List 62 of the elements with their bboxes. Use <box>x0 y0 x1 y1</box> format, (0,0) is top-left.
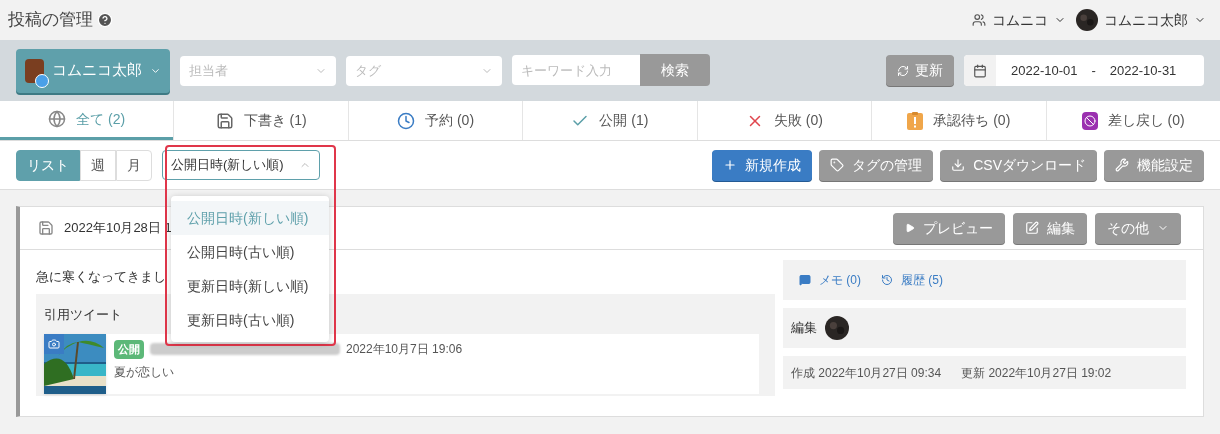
floppy-icon <box>38 220 54 236</box>
play-icon <box>905 223 915 233</box>
avatar-icon <box>1076 9 1098 31</box>
clock-icon <box>397 111 416 130</box>
clipboard-ban-icon <box>1081 111 1098 130</box>
history-link[interactable]: 履歴 (5) <box>881 271 943 289</box>
memo-link[interactable]: メモ (0) <box>799 271 861 289</box>
post-button[interactable]: その他 <box>1095 212 1181 244</box>
download-icon <box>951 158 966 172</box>
date-separator: - <box>1091 61 1096 80</box>
help-icon[interactable] <box>97 12 113 28</box>
view-toggle[interactable]: 月 <box>116 149 152 181</box>
action-button[interactable]: CSVダウンロード <box>940 149 1097 181</box>
team-menu[interactable]: コムニコ <box>972 9 1066 31</box>
post-text: 急に寒くなってきまし <box>36 268 166 287</box>
sort-option[interactable]: 公開日時(新しい順) <box>171 201 329 235</box>
refresh-icon <box>897 64 909 77</box>
post-button[interactable]: 編集 <box>1013 212 1087 244</box>
globe-icon <box>48 110 67 128</box>
quote-heading: 引用ツイート <box>44 307 122 322</box>
action-button[interactable]: 新規作成 <box>712 149 813 181</box>
action-button[interactable]: 機能設定 <box>1104 149 1204 181</box>
tools-icon <box>1115 158 1129 172</box>
tag-icon <box>830 158 845 172</box>
view-toggle[interactable]: リスト <box>16 149 80 181</box>
action-button[interactable]: タグの管理 <box>819 149 934 181</box>
floppy-icon <box>215 111 234 130</box>
sort-option[interactable]: 更新日時(新しい順) <box>171 269 329 303</box>
clipboard-alert-icon <box>907 111 924 130</box>
quote-time: 2022年10月7日 19:06 <box>346 341 463 359</box>
plus-icon <box>723 158 738 172</box>
refresh-button[interactable]: 更新 <box>886 55 954 86</box>
status-tab[interactable]: 下書き (1) <box>173 101 348 140</box>
sort-option[interactable]: 更新日時(古い順) <box>171 303 329 337</box>
date-range-field[interactable]: 2022-10-01 - 2022-10-31 <box>964 55 1204 86</box>
post-button[interactable]: プレビュー <box>893 212 1005 244</box>
history-icon <box>881 274 893 286</box>
view-toggle[interactable]: 週 <box>80 149 116 181</box>
created-date: 作成 2022年10月27日 09:34 <box>791 364 942 382</box>
status-tab[interactable]: 予約 (0) <box>347 101 523 140</box>
account-selector[interactable]: コムニコ太郎 <box>16 48 170 93</box>
updated-date: 更新 2022年10月27日 19:02 <box>961 364 1112 382</box>
status-tab[interactable]: 承認待ち (0) <box>871 101 1046 140</box>
user-menu[interactable]: コムニコ太郎 <box>1076 9 1206 31</box>
quote-text: 夏が恋しい <box>114 363 175 381</box>
sort-option[interactable]: 公開日時(古い順) <box>171 235 329 269</box>
sort-select[interactable]: 公開日時(新しい順) <box>162 150 320 180</box>
memo-icon <box>799 274 811 286</box>
status-badge: 公開 <box>114 340 144 359</box>
date-to: 2022-10-31 <box>1109 61 1177 80</box>
users-icon <box>972 13 986 27</box>
page-title: 投稿の管理 <box>8 9 93 32</box>
avatar-icon <box>825 316 849 340</box>
status-tab[interactable]: 公開 (1) <box>522 101 697 140</box>
status-tab[interactable]: 差し戻し (0) <box>1045 101 1220 140</box>
calendar-icon <box>973 63 987 78</box>
edit-icon <box>1025 221 1039 235</box>
status-tab[interactable]: 失敗 (0) <box>696 101 872 140</box>
camera-icon <box>48 338 60 350</box>
date-from: 2022-10-01 <box>1011 61 1078 80</box>
editor-label: 編集 <box>791 319 817 338</box>
search-button[interactable]: 検索 <box>640 54 710 86</box>
